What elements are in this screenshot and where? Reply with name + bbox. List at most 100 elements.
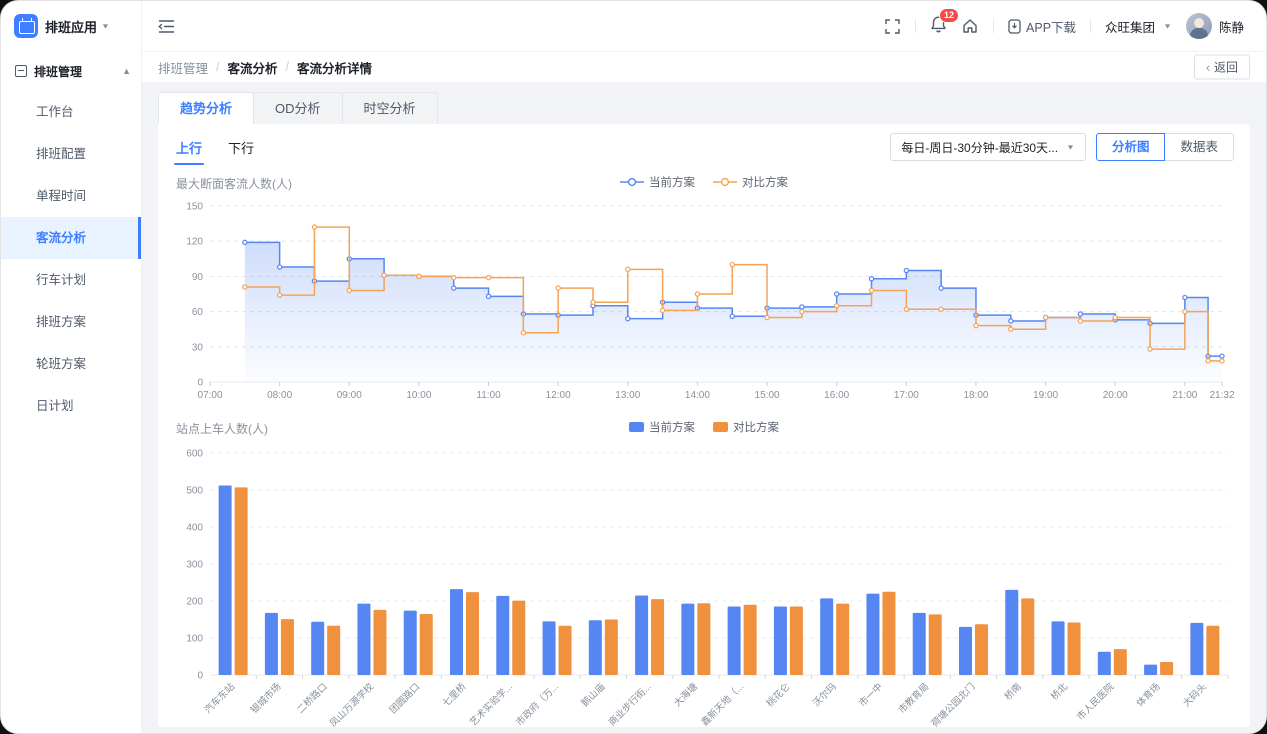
svg-text:市教育局: 市教育局: [896, 681, 931, 716]
bar-0-9: [635, 595, 648, 675]
bar-chart-legend: 当前方案 对比方案: [174, 419, 1234, 435]
sidebar-item-2[interactable]: 单程时间: [1, 175, 141, 217]
line-marker-icon: [620, 177, 644, 187]
legend-item-0[interactable]: 当前方案: [620, 174, 695, 190]
view-button-0[interactable]: 分析图: [1096, 133, 1166, 161]
back-button-label: 返回: [1214, 59, 1238, 76]
svg-text:19:00: 19:00: [1033, 390, 1058, 401]
back-button[interactable]: ‹ 返回: [1194, 55, 1250, 80]
legend-item-0[interactable]: 当前方案: [629, 419, 695, 435]
bar-0-1: [265, 613, 278, 675]
svg-text:七里桥: 七里桥: [440, 680, 469, 709]
svg-text:12:00: 12:00: [546, 390, 571, 401]
bar-0-7: [543, 621, 556, 675]
bar-0-8: [589, 620, 602, 675]
svg-text:0: 0: [197, 671, 203, 682]
direction-tab-0[interactable]: 上行: [174, 132, 204, 163]
tab-0[interactable]: 趋势分析: [158, 92, 254, 124]
svg-text:0: 0: [197, 378, 203, 389]
app-window: 排班应用 ▼ 排班管理 ▲ 工作台排班配置单程时间客流分析行车计划排班方案轮班方…: [0, 0, 1267, 734]
svg-text:300: 300: [186, 560, 203, 571]
svg-text:09:00: 09:00: [337, 390, 362, 401]
bar-1-19: [1114, 649, 1127, 675]
boarding-bar-chart: 0100200300400500600汽车东站银城市场二桥路口凤山万源学校团圆路…: [174, 441, 1236, 727]
bar-0-15: [913, 613, 926, 675]
divider: [915, 19, 916, 33]
bar-1-20: [1160, 662, 1173, 675]
svg-text:14:00: 14:00: [685, 390, 710, 401]
analysis-tabs: 趋势分析OD分析时空分析: [158, 92, 1250, 124]
divider: [993, 19, 994, 33]
sidebar-item-4[interactable]: 行车计划: [1, 259, 141, 301]
breadcrumb-item-1[interactable]: 客流分析: [228, 58, 278, 77]
user-avatar: [1186, 13, 1212, 39]
fullscreen-icon[interactable]: [883, 17, 901, 35]
svg-text:团圆路口: 团圆路口: [387, 681, 422, 716]
tab-2[interactable]: 时空分析: [342, 92, 438, 124]
sidebar-item-3[interactable]: 客流分析: [1, 217, 141, 259]
bar-1-10: [697, 603, 710, 675]
bar-1-8: [605, 620, 618, 676]
tab-1[interactable]: OD分析: [253, 92, 343, 124]
app-download-label: APP下载: [1026, 17, 1076, 36]
card-toolbar: 上行下行 每日-周日-30分钟-最近30天... ▼ 分析图数据表: [174, 124, 1234, 170]
app-title: 排班应用: [45, 17, 97, 36]
bar-1-5: [466, 592, 479, 675]
bar-0-14: [866, 594, 879, 675]
bar-0-17: [1005, 590, 1018, 675]
phone-download-icon: [1008, 19, 1021, 34]
view-button-1[interactable]: 数据表: [1165, 133, 1234, 161]
legend-label: 对比方案: [733, 419, 779, 435]
bar-1-0: [235, 487, 248, 675]
notifications-button[interactable]: 12: [930, 15, 947, 38]
svg-text:150: 150: [186, 202, 203, 213]
bar-0-6: [496, 596, 509, 675]
trend-step-chart: 030609012015007:0008:0009:0010:0011:0012…: [174, 196, 1236, 406]
user-menu[interactable]: 陈静: [1186, 13, 1244, 39]
breadcrumb: 排班管理/客流分析/客流分析详情: [158, 58, 372, 77]
svg-text:鑫新天地（...: 鑫新天地（...: [699, 681, 747, 727]
sidebar-item-1[interactable]: 排班配置: [1, 133, 141, 175]
svg-text:15:00: 15:00: [755, 390, 780, 401]
bar-1-1: [281, 619, 294, 675]
svg-text:二桥路口: 二桥路口: [294, 681, 329, 716]
company-name: 众旺集团: [1105, 17, 1155, 36]
sidebar-menu: 工作台排班配置单程时间客流分析行车计划排班方案轮班方案日计划: [1, 91, 141, 427]
svg-text:大码头: 大码头: [1180, 681, 1209, 710]
sidebar-item-5[interactable]: 排班方案: [1, 301, 141, 343]
legend-item-1[interactable]: 对比方案: [713, 174, 788, 190]
sidebar-item-0[interactable]: 工作台: [1, 91, 141, 133]
svg-text:16:00: 16:00: [824, 390, 849, 401]
bar-1-6: [512, 601, 525, 675]
svg-text:桃花仑: 桃花仑: [764, 680, 793, 709]
svg-text:桥南: 桥南: [1002, 681, 1024, 703]
period-filter-select[interactable]: 每日-周日-30分钟-最近30天... ▼: [890, 133, 1086, 161]
analysis-card: 上行下行 每日-周日-30分钟-最近30天... ▼ 分析图数据表 最大断面客流…: [158, 124, 1250, 727]
sidebar-collapse-icon[interactable]: [157, 17, 175, 35]
svg-text:20:00: 20:00: [1103, 390, 1128, 401]
bar-0-2: [311, 622, 324, 675]
direction-tab-1[interactable]: 下行: [226, 132, 256, 163]
home-icon[interactable]: [961, 17, 979, 35]
bar-0-0: [219, 486, 232, 675]
direction-tabs: 上行下行: [174, 132, 278, 163]
bar-0-3: [357, 604, 370, 675]
bar-chart-header: 站点上车人数(人) 当前方案对比方案: [174, 417, 1234, 441]
app-download-button[interactable]: APP下载: [1008, 17, 1076, 36]
sidebar-item-6[interactable]: 轮班方案: [1, 343, 141, 385]
chevron-down-icon: ▼: [1066, 143, 1075, 151]
period-filter-value: 每日-周日-30分钟-最近30天...: [901, 139, 1058, 156]
square-marker-icon: [713, 422, 728, 432]
bar-0-13: [820, 598, 833, 675]
sidebar-group-label: 排班管理: [34, 63, 82, 80]
bar-1-9: [651, 599, 664, 675]
company-switcher[interactable]: 众旺集团 ▼: [1105, 17, 1172, 36]
sidebar-group-schedule-management[interactable]: 排班管理 ▲: [1, 51, 141, 91]
breadcrumb-item-0[interactable]: 排班管理: [158, 58, 208, 77]
legend-item-1[interactable]: 对比方案: [713, 419, 779, 435]
sidebar-item-7[interactable]: 日计划: [1, 385, 141, 427]
app-logo-row[interactable]: 排班应用 ▼: [1, 1, 141, 51]
bar-1-17: [1021, 598, 1034, 675]
bar-1-3: [373, 610, 386, 675]
bar-0-5: [450, 589, 463, 675]
